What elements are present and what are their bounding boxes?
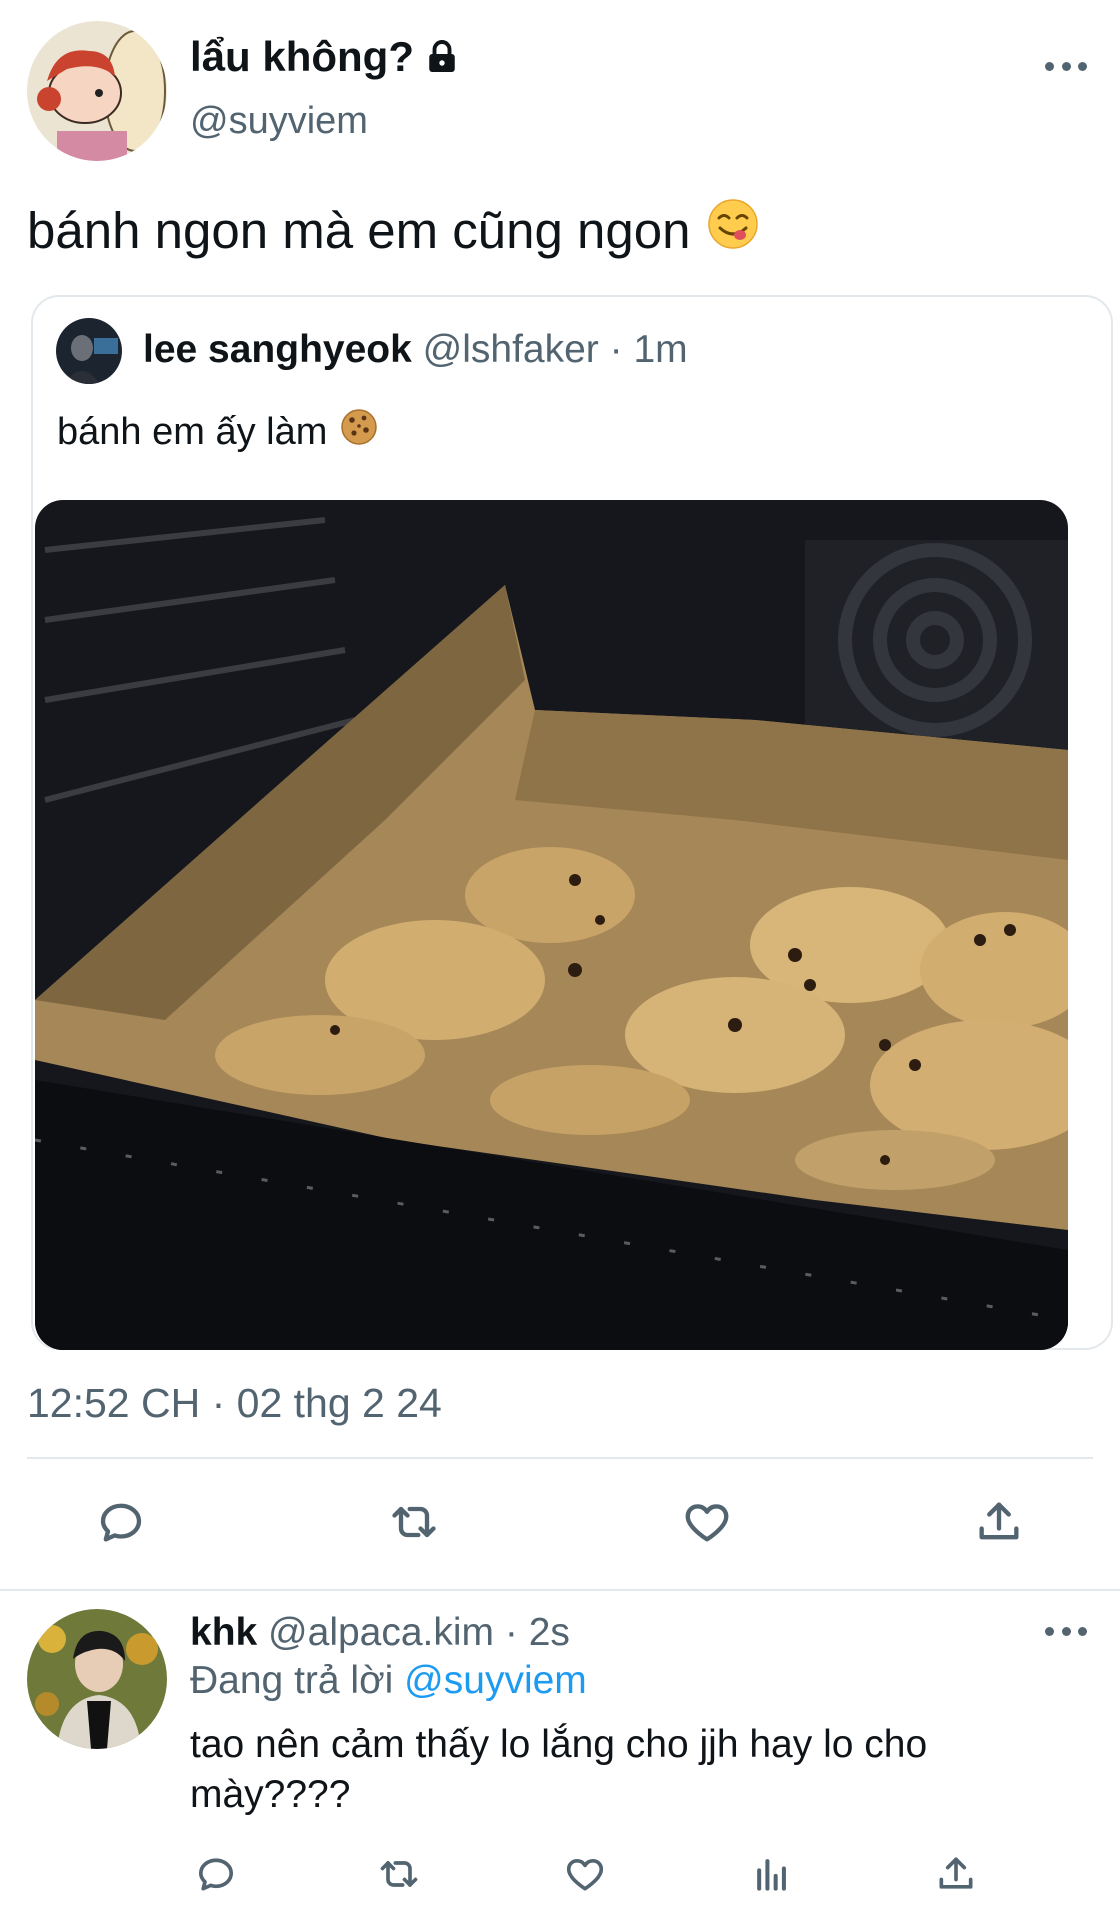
quoted-author-line: lee sanghyeok @lshfaker · 1m: [143, 328, 688, 372]
quoted-tweet-image[interactable]: [35, 500, 1068, 1350]
tweet-text: bánh ngon mà em cũng ngon: [27, 198, 759, 262]
author-name[interactable]: lẩu không?: [190, 33, 460, 81]
quoted-author-avatar[interactable]: [56, 318, 122, 384]
author-name-text: lẩu không?: [190, 33, 414, 80]
section-divider: [0, 1589, 1120, 1591]
quoted-author-name[interactable]: lee sanghyeok: [143, 328, 412, 371]
replying-to-label: Đang trả lời: [190, 1659, 394, 1702]
reply-reply-icon[interactable]: [188, 1846, 244, 1902]
tweet-timestamp[interactable]: 12:52 CH · 02 thg 2 24: [27, 1380, 442, 1427]
reply-retweet-icon[interactable]: [371, 1846, 427, 1902]
quoted-author-meta: @lshfaker · 1m: [422, 328, 688, 371]
cookie-emoji-icon: [339, 407, 379, 457]
author-avatar[interactable]: [27, 21, 167, 161]
reply-icon[interactable]: [93, 1494, 149, 1550]
author-handle[interactable]: @suyviem: [190, 100, 368, 143]
reply-author-line: khk @alpaca.kim · 2s: [190, 1611, 570, 1655]
tweet-text-body: bánh ngon mà em cũng ngon: [27, 201, 691, 259]
quoted-text: bánh em ấy làm: [57, 407, 379, 457]
reply-more-options-icon[interactable]: [1045, 1624, 1087, 1638]
quoted-text-body: bánh em ấy làm: [57, 410, 328, 453]
reply-author-name[interactable]: khk: [190, 1611, 257, 1654]
more-options-icon[interactable]: [1045, 59, 1087, 73]
divider: [27, 1457, 1093, 1459]
retweet-icon[interactable]: [386, 1494, 442, 1550]
replying-to: Đang trả lời @suyviem: [190, 1659, 587, 1703]
like-icon[interactable]: [679, 1494, 735, 1550]
reply-author-avatar[interactable]: [27, 1609, 167, 1749]
share-icon[interactable]: [971, 1494, 1027, 1550]
reply-author-meta: @alpaca.kim · 2s: [268, 1611, 570, 1654]
lock-icon: [429, 40, 455, 72]
yum-emoji-icon: [707, 198, 759, 262]
reply-views-icon[interactable]: [744, 1846, 800, 1902]
reply-share-icon[interactable]: [928, 1846, 984, 1902]
replying-to-mention[interactable]: @suyviem: [404, 1659, 587, 1702]
reply-text: tao nên cảm thấy lo lắng cho jjh hay lo …: [190, 1723, 928, 1816]
reply-like-icon[interactable]: [557, 1846, 613, 1902]
